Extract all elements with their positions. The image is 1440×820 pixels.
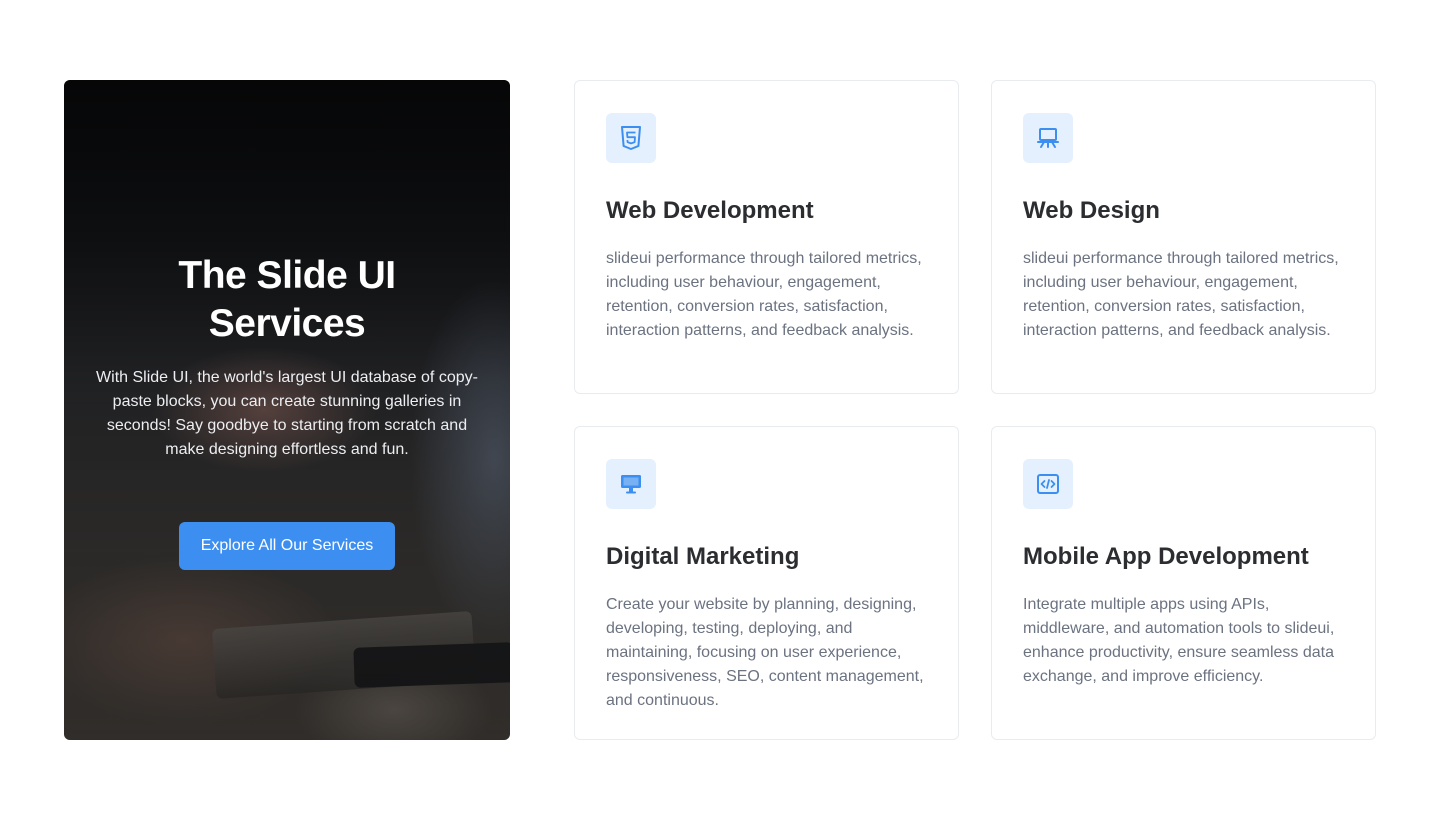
hero-content: The Slide UI Services With Slide UI, the… (64, 252, 510, 462)
hero-title: The Slide UI Services (178, 254, 396, 345)
service-description: Integrate multiple apps using APIs, midd… (1023, 596, 1335, 685)
service-title: Mobile App Development (1023, 543, 1309, 570)
service-card-web-development: Web Development slideui performance thro… (574, 80, 959, 394)
presentation-board-icon (1023, 113, 1073, 163)
hero-description: With Slide UI, the world's largest UI da… (96, 369, 478, 458)
code-window-icon (1023, 459, 1073, 509)
service-title: Web Design (1023, 197, 1160, 224)
service-description: slideui performance through tailored met… (1023, 250, 1339, 339)
services-section: The Slide UI Services With Slide UI, the… (0, 0, 1440, 820)
service-title: Web Development (606, 197, 814, 224)
service-title: Digital Marketing (606, 543, 800, 570)
hero-card: The Slide UI Services With Slide UI, the… (64, 80, 510, 740)
explore-services-button[interactable]: Explore All Our Services (179, 522, 395, 570)
monitor-icon (606, 459, 656, 509)
service-card-web-design: Web Design slideui performance through t… (991, 80, 1376, 394)
html5-icon (606, 113, 656, 163)
service-description: slideui performance through tailored met… (606, 250, 922, 339)
service-description: Create your website by planning, designi… (606, 596, 924, 709)
service-card-mobile-app-development: Mobile App Development Integrate multipl… (991, 426, 1376, 740)
service-card-digital-marketing: Digital Marketing Create your website by… (574, 426, 959, 740)
